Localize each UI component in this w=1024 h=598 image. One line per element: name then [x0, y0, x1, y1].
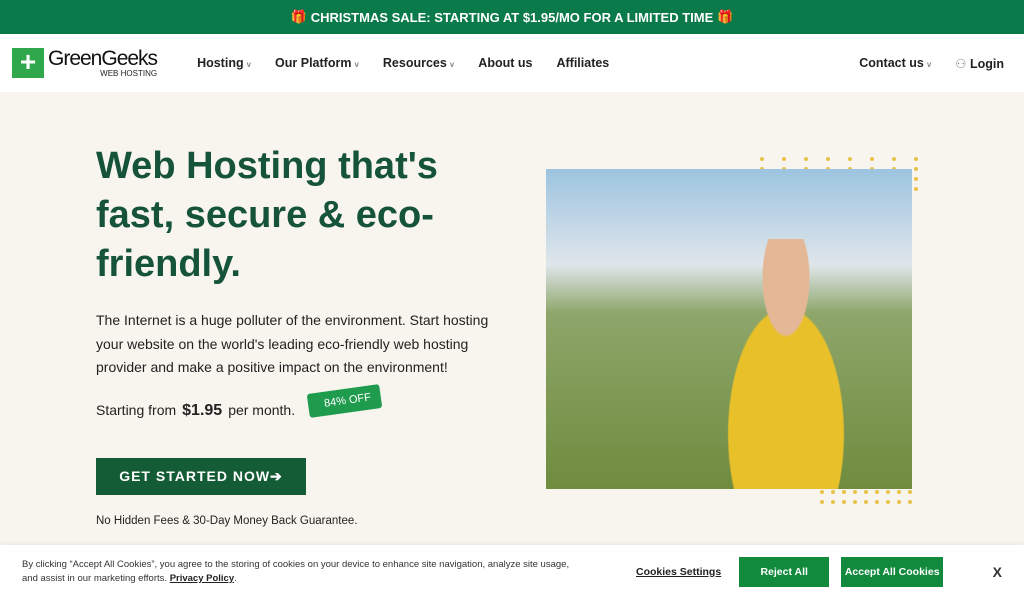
decorative-dots [820, 490, 912, 504]
hero-photo [546, 169, 912, 489]
guarantee-text: No Hidden Fees & 30-Day Money Back Guara… [96, 515, 358, 527]
nav-our-platform[interactable]: Our Platform v [275, 56, 359, 70]
privacy-policy-link[interactable]: Privacy Policy [170, 573, 234, 584]
accept-all-cookies-button[interactable]: Accept All Cookies [841, 556, 944, 587]
price-line: Starting from $1.95 per month. [96, 402, 296, 419]
gift-icon: 🎁 [290, 9, 307, 24]
get-started-button[interactable]: GET STARTED NOW➔ [96, 458, 306, 495]
close-icon[interactable]: X [993, 564, 1002, 580]
nav-resources[interactable]: Resources v [383, 56, 454, 70]
chevron-down-icon: v [246, 60, 252, 69]
user-icon: ⚇ [955, 56, 970, 71]
chevron-down-icon: v [449, 60, 455, 69]
nav-about-us[interactable]: About us [478, 56, 532, 70]
nav-contact-us[interactable]: Contact us v [859, 56, 931, 70]
nav-hosting[interactable]: Hosting v [197, 56, 251, 70]
cookies-settings-link[interactable]: Cookies Settings [636, 566, 721, 578]
logo[interactable]: + GreenGeeks WEB HOSTING [12, 46, 158, 78]
promo-banner[interactable]: 🎁 CHRISTMAS SALE: STARTING AT $1.95/MO F… [0, 0, 1024, 34]
cookie-text: By clicking “Accept All Cookies”, you ag… [22, 558, 570, 584]
login-link[interactable]: ⚇ Login [955, 56, 1004, 71]
cookie-banner: By clicking “Accept All Cookies”, you ag… [0, 545, 1024, 598]
logo-text: GreenGeeks [48, 46, 158, 70]
reject-all-button[interactable]: Reject All [739, 556, 830, 587]
discount-badge: 84% OFF [306, 384, 383, 418]
chevron-down-icon: v [354, 60, 359, 69]
promo-text: CHRISTMAS SALE: STARTING AT $1.95/MO FOR… [310, 9, 714, 25]
main-nav: + GreenGeeks WEB HOSTING Hosting v Our Pla… [0, 34, 1024, 92]
logo-subtext: WEB HOSTING [100, 68, 158, 78]
hero-title: Web Hosting that's fast, secure & eco-fr… [96, 145, 438, 285]
gift-icon: 🎁 [717, 9, 734, 24]
hero-description: The Internet is a huge polluter of the e… [96, 312, 489, 375]
price: $1.95 [182, 402, 223, 419]
chevron-down-icon: v [926, 60, 932, 69]
plus-icon: + [12, 48, 44, 78]
nav-affiliates[interactable]: Affiliates [556, 56, 609, 70]
